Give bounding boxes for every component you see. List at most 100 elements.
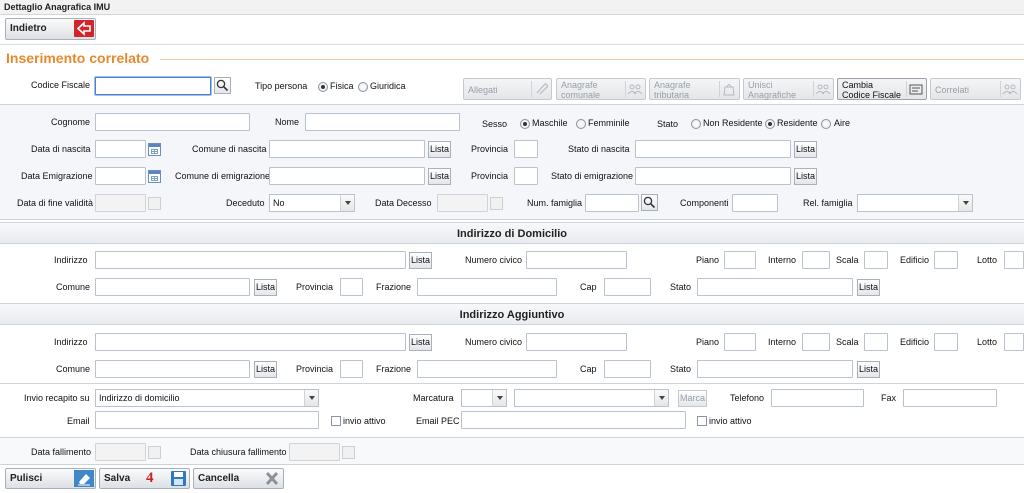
comune-nascita-input[interactable] — [269, 140, 425, 158]
domicilio-frazione-input[interactable] — [417, 278, 557, 296]
email-invio-attivo-checkbox[interactable] — [331, 416, 341, 426]
invio-recapito-select[interactable]: Indirizzo di domicilio — [95, 389, 319, 407]
giuridica-radio[interactable] — [358, 82, 368, 92]
email-pec-input[interactable] — [461, 411, 686, 429]
domicilio-interno-label: Interno — [768, 255, 797, 265]
cognome-input[interactable] — [95, 113, 250, 131]
unisci-anagrafiche-button[interactable]: Unisci Anagrafiche — [743, 78, 834, 100]
aggiuntivo-numero-civico-input[interactable] — [526, 333, 627, 351]
aggiuntivo-comune-lista-button[interactable]: Lista — [254, 361, 277, 378]
fisica-radio[interactable] — [318, 82, 328, 92]
aggiuntivo-frazione-input[interactable] — [417, 360, 557, 378]
num-famiglia-search-button[interactable] — [641, 194, 658, 211]
cancella-button[interactable]: Cancella — [193, 468, 284, 489]
data-emigrazione-input[interactable] — [95, 167, 146, 185]
pulisci-button[interactable]: Pulisci — [5, 468, 96, 489]
domicilio-stato-input[interactable] — [697, 278, 853, 296]
domicilio-comune-input[interactable] — [95, 278, 250, 296]
aire-label: Aire — [834, 118, 851, 128]
aire-radio[interactable] — [821, 119, 831, 129]
provincia-nascita-input[interactable] — [514, 140, 538, 158]
comune-emigrazione-lista-button[interactable]: Lista — [428, 168, 451, 185]
aggiuntivo-numero-civico-label: Numero civico — [465, 337, 523, 347]
salva-button[interactable]: Salva 4 — [99, 468, 190, 489]
telefono-input[interactable] — [771, 389, 864, 407]
marcatura-select[interactable] — [461, 389, 507, 407]
allegati-label: Allegati — [468, 85, 498, 95]
domicilio-stato-lista-button[interactable]: Lista — [857, 279, 880, 296]
codice-fiscale-input[interactable] — [95, 77, 211, 95]
domicilio-interno-input[interactable] — [802, 251, 830, 269]
search-button[interactable] — [214, 77, 231, 94]
femminile-radio[interactable] — [576, 119, 586, 129]
non-residente-radio[interactable] — [691, 119, 701, 129]
residente-radio[interactable] — [765, 119, 775, 129]
componenti-input[interactable] — [732, 194, 778, 212]
aggiuntivo-stato-input[interactable] — [697, 360, 853, 378]
search-icon — [643, 196, 656, 209]
aggiuntivo-lotto-input[interactable] — [1004, 333, 1024, 351]
stato-nascita-lista-button[interactable]: Lista — [794, 141, 817, 158]
cambia-codice-fiscale-button[interactable]: Cambia Codice Fiscale — [837, 78, 927, 100]
domicilio-scala-input[interactable] — [864, 251, 888, 269]
aggiuntivo-scala-input[interactable] — [864, 333, 888, 351]
aggiuntivo-edificio-input[interactable] — [934, 333, 958, 351]
stato-emigrazione-input[interactable] — [635, 167, 791, 185]
data-fine-validita-input[interactable] — [95, 194, 146, 212]
domicilio-cap-input[interactable] — [604, 278, 651, 296]
data-decesso-label: Data Decesso — [375, 198, 432, 208]
num-famiglia-input[interactable] — [585, 194, 639, 212]
aggiuntivo-piano-input[interactable] — [724, 333, 756, 351]
calendar-icon[interactable] — [148, 170, 161, 183]
domicilio-indirizzo-input[interactable] — [95, 251, 406, 269]
anagrafe-tributaria-button[interactable]: Anagrafe tributaria — [649, 78, 740, 100]
domicilio-lotto-input[interactable] — [1004, 251, 1024, 269]
domicilio-edificio-input[interactable] — [934, 251, 958, 269]
nome-input[interactable] — [305, 113, 460, 131]
data-chiusura-fallimento-input[interactable] — [289, 443, 340, 461]
data-decesso-input[interactable] — [437, 194, 488, 212]
pec-invio-attivo-checkbox[interactable] — [697, 416, 707, 426]
stato-emigrazione-lista-button[interactable]: Lista — [794, 168, 817, 185]
provincia-emigrazione-label: Provincia — [471, 171, 509, 181]
domicilio-numero-civico-input[interactable] — [526, 251, 627, 269]
email-input[interactable] — [95, 411, 319, 429]
close-icon — [262, 470, 282, 487]
email-invio-attivo-label: invio attivo — [343, 416, 386, 426]
data-nascita-input[interactable] — [95, 140, 146, 158]
domicilio-provincia-input[interactable] — [340, 278, 363, 296]
fisica-label: Fisica — [330, 81, 354, 91]
rel-famiglia-select[interactable] — [857, 194, 973, 212]
calendar-icon[interactable] — [342, 446, 355, 459]
marca-button[interactable]: Marca — [678, 390, 707, 407]
calendar-icon[interactable] — [490, 197, 503, 210]
calendar-icon[interactable] — [148, 197, 161, 210]
correlati-button[interactable]: Correlati — [930, 78, 1021, 100]
comune-nascita-lista-button[interactable]: Lista — [428, 141, 451, 158]
data-fallimento-label: Data fallimento — [31, 447, 92, 457]
provincia-emigrazione-input[interactable] — [514, 167, 538, 185]
deceduto-select[interactable]: No — [269, 194, 355, 212]
maschile-radio[interactable] — [520, 119, 530, 129]
back-button[interactable]: Indietro — [5, 18, 96, 40]
aggiuntivo-interno-input[interactable] — [802, 333, 830, 351]
anagrafe-comunale-button[interactable]: Anagrafe comunale — [556, 78, 646, 100]
aggiuntivo-cap-input[interactable] — [604, 360, 651, 378]
calendar-icon[interactable] — [148, 446, 161, 459]
aggiuntivo-comune-input[interactable] — [95, 360, 250, 378]
marcatura-detail-select[interactable] — [514, 389, 669, 407]
domicilio-piano-input[interactable] — [724, 251, 756, 269]
aggiuntivo-indirizzo-lista-button[interactable]: Lista — [409, 334, 432, 351]
aggiuntivo-stato-lista-button[interactable]: Lista — [857, 361, 880, 378]
fax-input[interactable] — [903, 389, 997, 407]
domicilio-indirizzo-lista-button[interactable]: Lista — [409, 252, 432, 269]
aggiuntivo-stato-label: Stato — [670, 364, 692, 374]
aggiuntivo-indirizzo-input[interactable] — [95, 333, 406, 351]
stato-nascita-input[interactable] — [635, 140, 791, 158]
aggiuntivo-provincia-input[interactable] — [340, 360, 363, 378]
calendar-icon[interactable] — [148, 143, 161, 156]
allegati-button[interactable]: Allegati — [463, 78, 552, 100]
domicilio-comune-lista-button[interactable]: Lista — [254, 279, 277, 296]
comune-emigrazione-input[interactable] — [269, 167, 425, 185]
data-fallimento-input[interactable] — [95, 443, 146, 461]
